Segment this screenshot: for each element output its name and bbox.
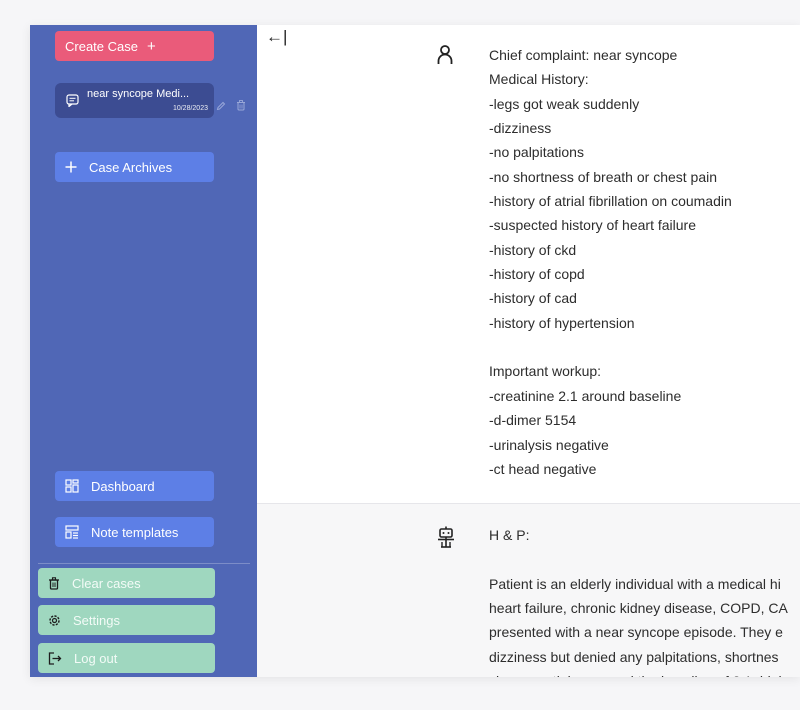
settings-button[interactable]: Settings	[38, 605, 215, 635]
logout-icon	[48, 651, 62, 665]
case-archives-label: Case Archives	[89, 159, 173, 175]
logout-button[interactable]: Log out	[38, 643, 215, 673]
dashboard-icon	[65, 479, 79, 493]
assistant-message-text: H & P: Patient is an elderly individual …	[489, 527, 788, 677]
plus-icon: +	[146, 37, 156, 55]
chat-panel: ←| Chief complaint: near syncope Medical…	[257, 25, 800, 677]
bot-icon	[437, 526, 455, 553]
pencil-icon[interactable]	[216, 98, 226, 116]
clear-cases-button[interactable]: Clear cases	[38, 568, 215, 598]
user-icon	[437, 45, 453, 70]
user-message-text: Chief complaint: near syncope Medical Hi…	[489, 47, 732, 477]
assistant-message: H & P: Patient is an elderly individual …	[257, 503, 800, 677]
trash-icon	[48, 576, 60, 590]
dashboard-button[interactable]: Dashboard	[55, 471, 214, 501]
create-case-button[interactable]: Create Case +	[55, 31, 214, 61]
chat-icon	[66, 94, 79, 112]
template-icon	[65, 525, 79, 539]
case-date: 10/28/2023	[172, 105, 208, 112]
note-templates-button[interactable]: Note templates	[55, 517, 214, 547]
dashboard-label: Dashboard	[91, 478, 155, 494]
clear-cases-label: Clear cases	[72, 575, 141, 591]
sidebar: Create Case + near syncope Medi... 10/28…	[30, 25, 257, 677]
case-archives-button[interactable]: Case Archives	[55, 152, 214, 182]
settings-icon	[48, 614, 61, 627]
plus-icon	[65, 161, 77, 173]
logout-label: Log out	[74, 650, 118, 666]
trash-icon[interactable]	[236, 98, 246, 116]
user-message: Chief complaint: near syncope Medical Hi…	[257, 25, 800, 503]
app-window: Create Case + near syncope Medi... 10/28…	[30, 25, 800, 677]
sidebar-divider	[38, 563, 250, 564]
case-title: near syncope Medi...	[87, 88, 190, 100]
note-templates-label: Note templates	[91, 524, 179, 540]
settings-label: Settings	[73, 612, 120, 628]
case-list-item[interactable]: near syncope Medi... 10/28/2023	[55, 83, 214, 118]
create-case-label: Create Case	[65, 38, 138, 54]
case-actions	[216, 98, 246, 116]
